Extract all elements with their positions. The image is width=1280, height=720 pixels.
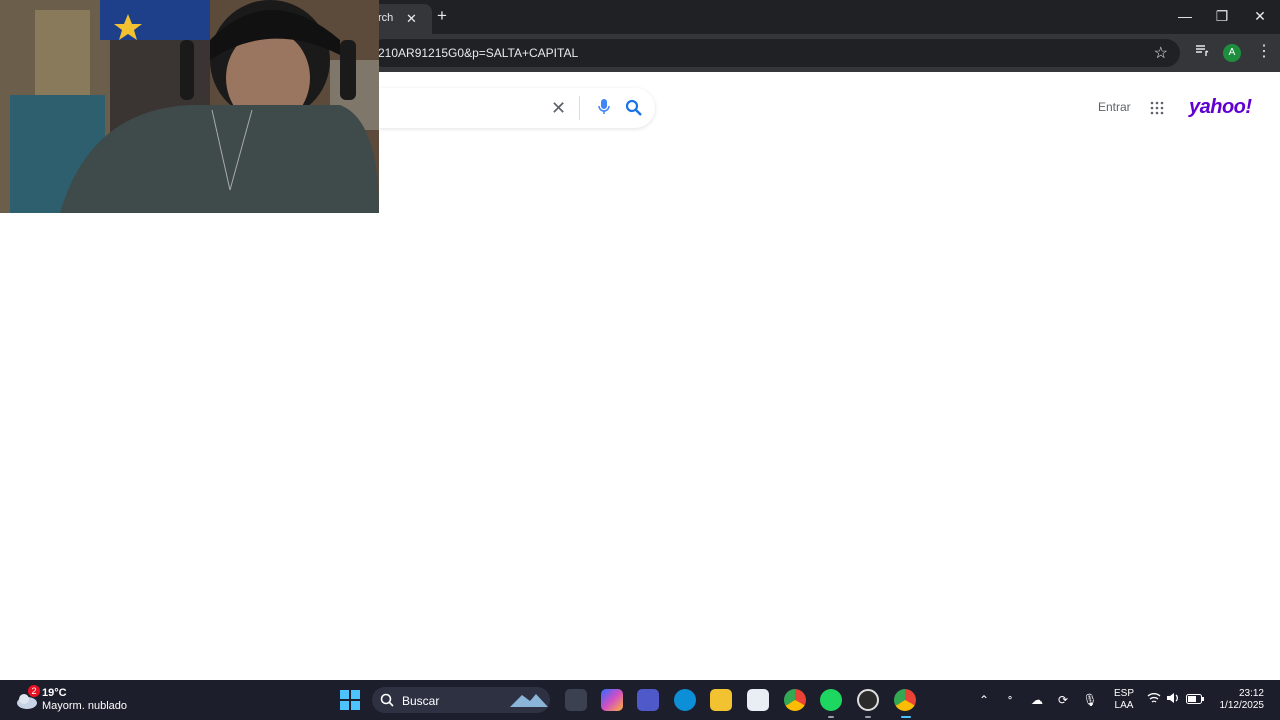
tab-close-icon[interactable]: ✕ (406, 11, 417, 27)
browser-tab[interactable]: rch ✕ (370, 4, 432, 34)
webcam-overlay (0, 0, 379, 213)
taskbar-search-label: Buscar (402, 694, 440, 708)
windows-start-icon[interactable] (340, 690, 360, 710)
divider (579, 96, 580, 120)
wifi-icon[interactable] (1146, 692, 1162, 708)
clock-time: 23:12 (1238, 688, 1264, 699)
battery-icon[interactable] (1186, 692, 1204, 708)
volume-icon[interactable] (1165, 692, 1181, 708)
weather-temperature[interactable]: 19°C (42, 687, 67, 699)
search-highlight-icon (510, 694, 548, 707)
clear-search-icon[interactable]: ✕ (551, 98, 566, 119)
running-indicator (865, 716, 871, 718)
microphone-icon[interactable] (597, 98, 611, 116)
spotify-icon[interactable] (820, 689, 842, 711)
profile-avatar[interactable]: A (1223, 44, 1241, 62)
chrome-profile-icon[interactable] (894, 689, 916, 711)
sync-icon[interactable]: ⟳ (1055, 692, 1071, 708)
media-controls-icon[interactable] (1195, 43, 1209, 60)
weather-badge: 2 (28, 685, 40, 697)
onedrive-icon[interactable]: ☁ (1029, 692, 1045, 708)
weather-condition[interactable]: Mayorm. nublado (42, 700, 127, 712)
address-bar[interactable]: 210AR91215G0&p=SALTA+CAPITAL ☆ (370, 39, 1180, 67)
search-icon[interactable] (625, 99, 643, 117)
restore-button[interactable]: ❐ (1212, 8, 1232, 25)
chrome-icon[interactable] (784, 689, 806, 711)
new-tab-button[interactable]: + (434, 6, 450, 26)
microsoft-store-icon[interactable] (747, 689, 769, 711)
language-code: ESP (1114, 688, 1135, 699)
language-indicator[interactable]: ESP LAA (1114, 688, 1134, 712)
minimize-button[interactable]: — (1175, 8, 1195, 24)
active-indicator (901, 716, 911, 718)
edge-icon[interactable] (674, 689, 696, 711)
system-clock[interactable]: 23:12 1/12/2025 (1212, 688, 1265, 712)
keyboard-layout: LAA (1114, 700, 1134, 711)
taskbar-search-box[interactable]: Buscar (372, 687, 550, 713)
apps-grid-icon[interactable] (1150, 101, 1164, 115)
obs-icon[interactable] (857, 689, 879, 711)
address-url[interactable]: 210AR91215G0&p=SALTA+CAPITAL (378, 46, 578, 60)
star-icon[interactable]: ☆ (1154, 43, 1168, 63)
clock-date: 1/12/2025 (1219, 700, 1265, 711)
running-indicator (828, 716, 834, 718)
close-window-button[interactable]: ✕ (1250, 8, 1270, 25)
yahoo-logo[interactable]: yahoo! (1189, 96, 1252, 119)
show-hidden-icons-icon[interactable]: ⌃ (976, 692, 992, 708)
file-explorer-icon[interactable] (710, 689, 732, 711)
microphone-icon[interactable]: 🎙 (1082, 692, 1098, 708)
sign-in-link[interactable]: Entrar (1098, 100, 1131, 114)
search-box[interactable]: ✕ (379, 88, 655, 128)
search-icon (380, 693, 394, 707)
tray-app-icon[interactable]: ᐤ (1002, 692, 1018, 708)
tab-title: rch (378, 12, 394, 24)
task-view-icon[interactable] (565, 689, 587, 711)
teams-icon[interactable] (637, 689, 659, 711)
taskbar: 2 19°C Mayorm. nublado Buscar ⌃ ᐤ ☁ ⟳ 🎙 … (0, 680, 1280, 720)
webcam-feed-image (0, 0, 379, 213)
more-menu-icon[interactable]: ⋮ (1256, 41, 1272, 61)
copilot-icon[interactable] (601, 689, 623, 711)
